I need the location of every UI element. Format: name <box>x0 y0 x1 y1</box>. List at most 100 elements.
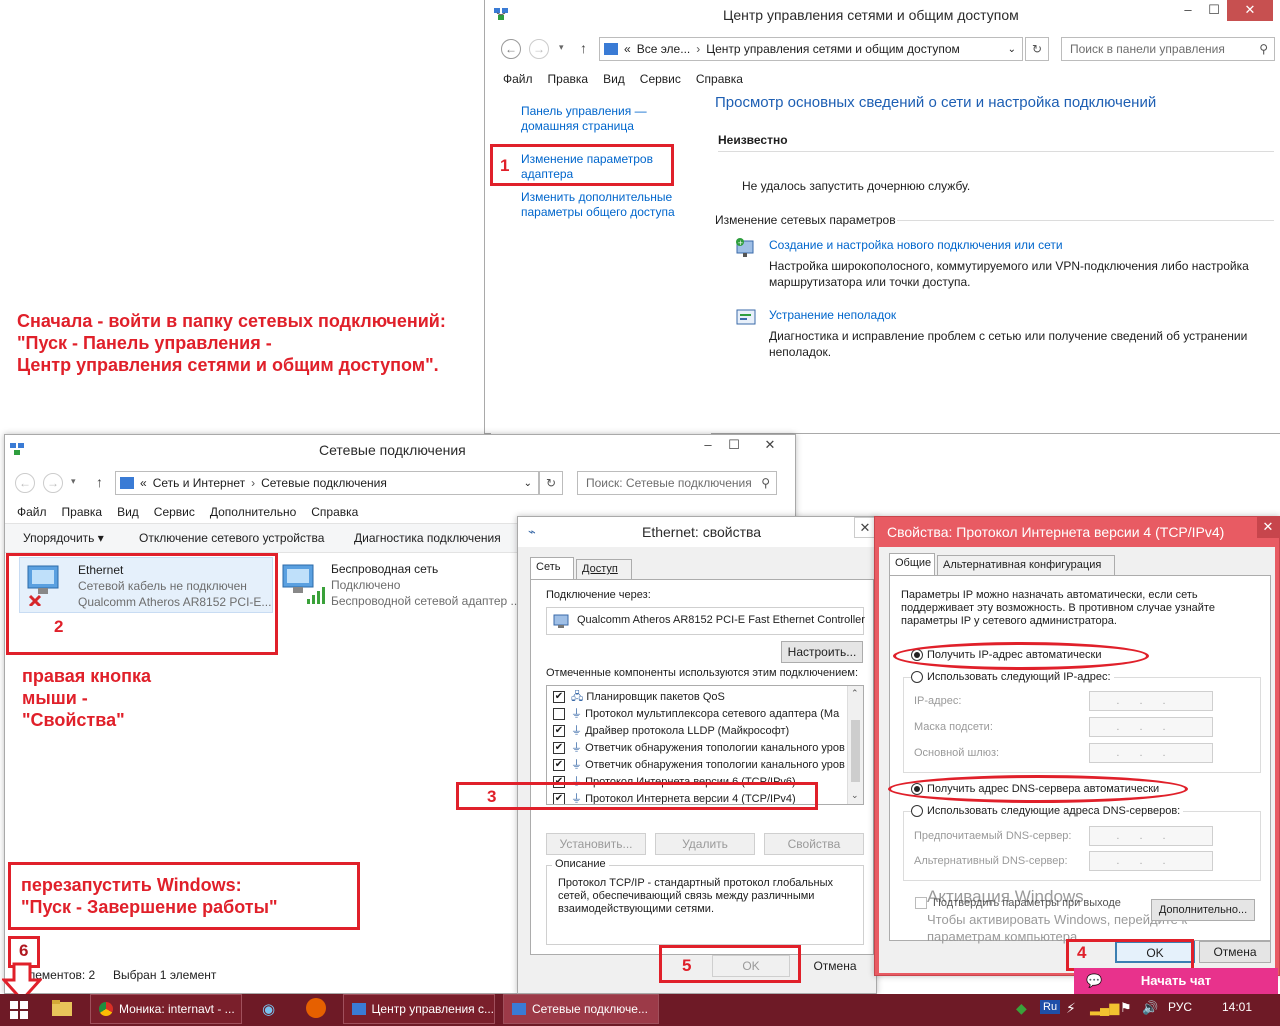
close-button[interactable]: ✕ <box>1257 517 1279 538</box>
security-icon[interactable]: ◆ <box>1016 1000 1027 1017</box>
sidebar-home-link[interactable]: Панель управления — домашняя страница <box>521 104 647 134</box>
recent-pages-icon[interactable]: ▾ <box>559 42 564 53</box>
component-checkbox[interactable]: ✔ <box>553 725 565 738</box>
manual-dns-radio[interactable]: Использовать следующие адреса DNS-сервер… <box>911 805 1184 818</box>
breadcrumb-connections[interactable]: Сетевые подключения <box>261 476 387 490</box>
network-signal-icon[interactable]: ▂▄▆ <box>1090 1000 1119 1016</box>
component-checkbox[interactable]: ✔ <box>553 691 565 704</box>
component-row[interactable]: ⏚ Протокол мультиплексора сетевого адапт… <box>553 705 839 721</box>
maximize-button[interactable]: ☐ <box>1201 0 1227 21</box>
back-button[interactable]: ← <box>15 473 35 493</box>
install-button[interactable]: Установить... <box>546 833 646 855</box>
menu-tools[interactable]: Сервис <box>154 505 195 519</box>
menu-tools[interactable]: Сервис <box>640 72 681 86</box>
manual-ip-radio[interactable]: Использовать следующий IP-адрес: <box>911 671 1114 684</box>
refresh-button[interactable]: ↻ <box>1025 37 1049 61</box>
up-arrow-icon[interactable]: ↑ <box>580 40 587 56</box>
close-button[interactable]: ✕ <box>747 435 793 456</box>
minimize-button[interactable]: – <box>1175 0 1201 21</box>
component-checkbox[interactable] <box>553 708 565 721</box>
up-arrow-icon[interactable]: ↑ <box>96 474 103 490</box>
list-scrollbar[interactable]: ⌃ ⌄ <box>847 686 863 804</box>
close-button[interactable]: ✕ <box>1227 0 1273 21</box>
subnet-mask-field[interactable]: ... <box>1089 717 1213 737</box>
description-text: Протокол TCP/IP - стандартный протокол г… <box>558 877 833 915</box>
breadcrumb-network[interactable]: Сеть и Интернет <box>153 476 245 490</box>
troubleshoot-link[interactable]: Устранение неполадок <box>769 308 896 322</box>
cancel-button[interactable]: Отмена <box>800 955 870 977</box>
component-row[interactable]: ✔ ⏚ Ответчик обнаружения топологии каналь… <box>553 739 845 755</box>
wireless-connection-item[interactable]: Беспроводная сеть Подключено Беспроводно… <box>277 557 527 613</box>
alternate-dns-field[interactable]: ... <box>1089 851 1213 871</box>
properties-button[interactable]: Свойства <box>764 833 864 855</box>
input-language[interactable]: РУС <box>1168 1000 1192 1014</box>
sidebar-sharing-link[interactable]: Изменить дополнительные параметры общего… <box>521 190 675 220</box>
recent-pages-icon[interactable]: ▾ <box>71 476 76 487</box>
language-badge[interactable]: Ru <box>1040 1000 1061 1014</box>
menu-edit[interactable]: Правка <box>62 505 103 519</box>
wireless-device: Беспроводной сетевой адаптер ... <box>331 594 521 608</box>
breadcrumb-all[interactable]: Все эле... <box>637 42 691 56</box>
menu-edit[interactable]: Правка <box>548 72 589 86</box>
refresh-button[interactable]: ↻ <box>539 471 563 495</box>
menu-help[interactable]: Справка <box>311 505 358 519</box>
diagnose-button[interactable]: Диагностика подключения <box>354 531 501 545</box>
tab-alternate[interactable]: Альтернативная конфигурация <box>937 555 1115 575</box>
forward-button[interactable]: → <box>43 473 63 493</box>
preferred-dns-field[interactable]: ... <box>1089 826 1213 846</box>
taskbar-browser[interactable]: Моника: internavt - ... <box>90 994 242 1024</box>
address-bar[interactable]: « Все эле... › Центр управления сетями и… <box>599 37 1023 61</box>
flag-icon[interactable]: ⚑ <box>1120 1000 1132 1016</box>
component-checkbox[interactable]: ✔ <box>553 742 565 755</box>
search-input[interactable]: Поиск в панели управления ⚲ <box>1061 37 1275 61</box>
ip-address-field[interactable]: ... <box>1089 691 1213 711</box>
clock[interactable]: 14:01 <box>1222 1000 1252 1014</box>
address-bar[interactable]: « Сеть и Интернет › Сетевые подключения … <box>115 471 539 495</box>
tab-access[interactable]: Доступ <box>576 559 632 579</box>
paint-icon[interactable]: ◉ <box>262 1000 275 1018</box>
adapter-name-box: Qualcomm Atheros AR8152 PCI-E Fast Ether… <box>546 607 865 635</box>
uninstall-button[interactable]: Удалить <box>655 833 755 855</box>
minimize-button[interactable]: – <box>695 435 721 456</box>
firefox-icon[interactable] <box>306 998 326 1018</box>
menu-advanced[interactable]: Дополнительно <box>210 505 296 519</box>
component-row[interactable]: ✔ ⏚ Драйвер протокола LLDP (Майкрософт) <box>553 722 789 738</box>
start-button[interactable] <box>10 1001 28 1022</box>
breadcrumb-center[interactable]: Центр управления сетями и общим доступом <box>706 42 960 56</box>
radio-button[interactable] <box>911 671 923 684</box>
menu-file[interactable]: Файл <box>503 72 533 86</box>
component-checkbox[interactable]: ✔ <box>553 759 565 772</box>
antivirus-icon[interactable]: ⚡ <box>1066 1000 1076 1017</box>
confirm-checkbox[interactable]: Подтвердить параметры при выходе <box>915 897 1121 910</box>
description-label: Описание <box>552 858 609 870</box>
menu-view[interactable]: Вид <box>603 72 625 86</box>
close-button[interactable]: ✕ <box>854 517 876 538</box>
radio-button[interactable] <box>911 805 923 818</box>
cancel-button[interactable]: Отмена <box>1199 941 1271 963</box>
start-chat-button[interactable]: 💬 Начать чат <box>1074 968 1278 994</box>
menu-file[interactable]: Файл <box>17 505 47 519</box>
taskbar-network-connections[interactable]: Сетевые подключе... <box>503 994 659 1024</box>
new-connection-link[interactable]: Создание и настройка нового подключения … <box>769 238 1063 252</box>
menu-help[interactable]: Справка <box>696 72 743 86</box>
advanced-button[interactable]: Дополнительно... <box>1151 899 1255 921</box>
search-input[interactable]: Поиск: Сетевые подключения ⚲ <box>577 471 777 495</box>
chevron-down-icon[interactable]: ⌄ <box>1008 44 1016 55</box>
organize-button[interactable]: Упорядочить ▾ <box>23 531 104 545</box>
tab-general[interactable]: Общие <box>889 553 935 575</box>
maximize-button[interactable]: ☐ <box>721 435 747 456</box>
back-button[interactable]: ← <box>501 39 521 59</box>
configure-button[interactable]: Настроить... <box>781 641 863 663</box>
tab-network[interactable]: Сеть <box>530 557 574 579</box>
file-explorer-icon[interactable] <box>52 999 72 1020</box>
taskbar-network-center[interactable]: Центр управления с... <box>343 994 495 1024</box>
checkbox[interactable] <box>915 897 927 910</box>
divider <box>897 220 1274 221</box>
disable-device-button[interactable]: Отключение сетевого устройства <box>139 531 324 545</box>
gateway-field[interactable]: ... <box>1089 743 1213 763</box>
chevron-down-icon[interactable]: ⌄ <box>524 478 532 489</box>
volume-icon[interactable]: 🔊 <box>1142 1000 1158 1016</box>
menu-view[interactable]: Вид <box>117 505 139 519</box>
component-row[interactable]: ✔ ⏚ Ответчик обнаружения топологии каналь… <box>553 756 845 772</box>
forward-button[interactable]: → <box>529 39 549 59</box>
